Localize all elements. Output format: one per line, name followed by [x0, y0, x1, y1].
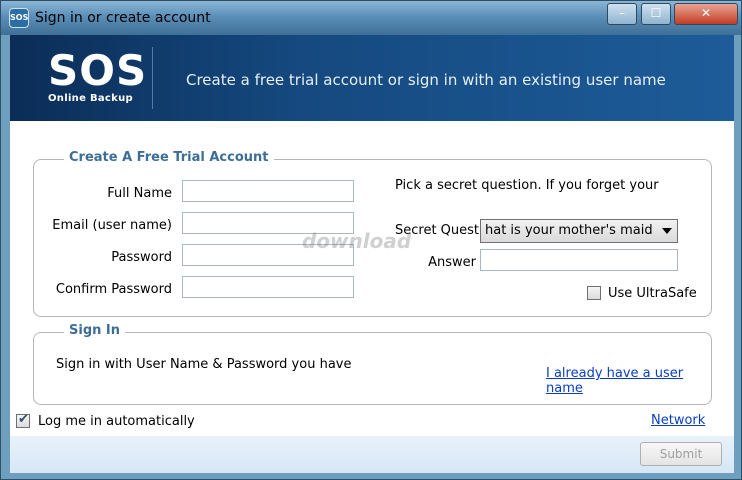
header-tagline: Create a free trial account or sign in w…	[186, 71, 666, 89]
answer-input[interactable]	[480, 249, 678, 271]
secret-question-select[interactable]: hat is your mother's maid	[480, 219, 678, 243]
ultrasafe-checkbox[interactable]	[587, 286, 601, 300]
sos-logo: SOS Online Backup	[48, 46, 148, 105]
logo-main-text: SOS	[48, 46, 148, 95]
dialog-content: Create A Free Trial Account Full Name Em…	[10, 121, 734, 473]
existing-user-link[interactable]: I already have a user name	[546, 366, 711, 396]
secret-question-prompt: Pick a secret question. If you forget yo…	[395, 178, 659, 193]
logo-sub-text: Online Backup	[48, 93, 133, 104]
sign-in-group: Sign In Sign in with User Name & Passwor…	[33, 323, 712, 405]
submit-button[interactable]: Submit	[640, 442, 722, 466]
header-banner: SOS Online Backup Create a free trial ac…	[10, 35, 734, 121]
app-icon: SOS	[9, 8, 29, 28]
auto-login-label: Log me in automatically	[38, 414, 195, 429]
close-button[interactable]: ✕	[674, 3, 738, 25]
title-bar[interactable]: SOS Sign in or create account – ☐ ✕	[1, 1, 741, 35]
sign-in-legend: Sign In	[64, 323, 125, 338]
auto-login-checkbox[interactable]: ✔	[16, 412, 30, 428]
password-label: Password	[111, 250, 172, 265]
trial-legend: Create A Free Trial Account	[64, 150, 274, 165]
secret-question-value: hat is your mother's maid	[485, 223, 653, 238]
button-bar: Submit	[10, 436, 734, 473]
window-title: Sign in or create account	[35, 10, 211, 26]
ultrasafe-label: Use UltraSafe	[608, 286, 697, 301]
confirm-password-label: Confirm Password	[55, 282, 172, 297]
header-divider	[152, 47, 153, 109]
full-name-input[interactable]	[182, 180, 354, 202]
maximize-button[interactable]: ☐	[641, 3, 671, 25]
download-watermark: download	[302, 229, 412, 253]
dropdown-arrow-icon	[662, 228, 672, 234]
answer-label: Answer	[428, 255, 476, 270]
full-name-label: Full Name	[107, 186, 172, 201]
sign-in-text: Sign in with User Name & Password you ha…	[56, 357, 352, 372]
email-label: Email (user name)	[52, 218, 172, 233]
checkmark-icon: ✔	[18, 412, 29, 427]
network-link[interactable]: Network	[651, 413, 705, 428]
confirm-password-input[interactable]	[182, 276, 354, 298]
minimize-button[interactable]: –	[607, 3, 637, 25]
sign-in-window: SOS Sign in or create account – ☐ ✕ SOS …	[0, 0, 742, 480]
